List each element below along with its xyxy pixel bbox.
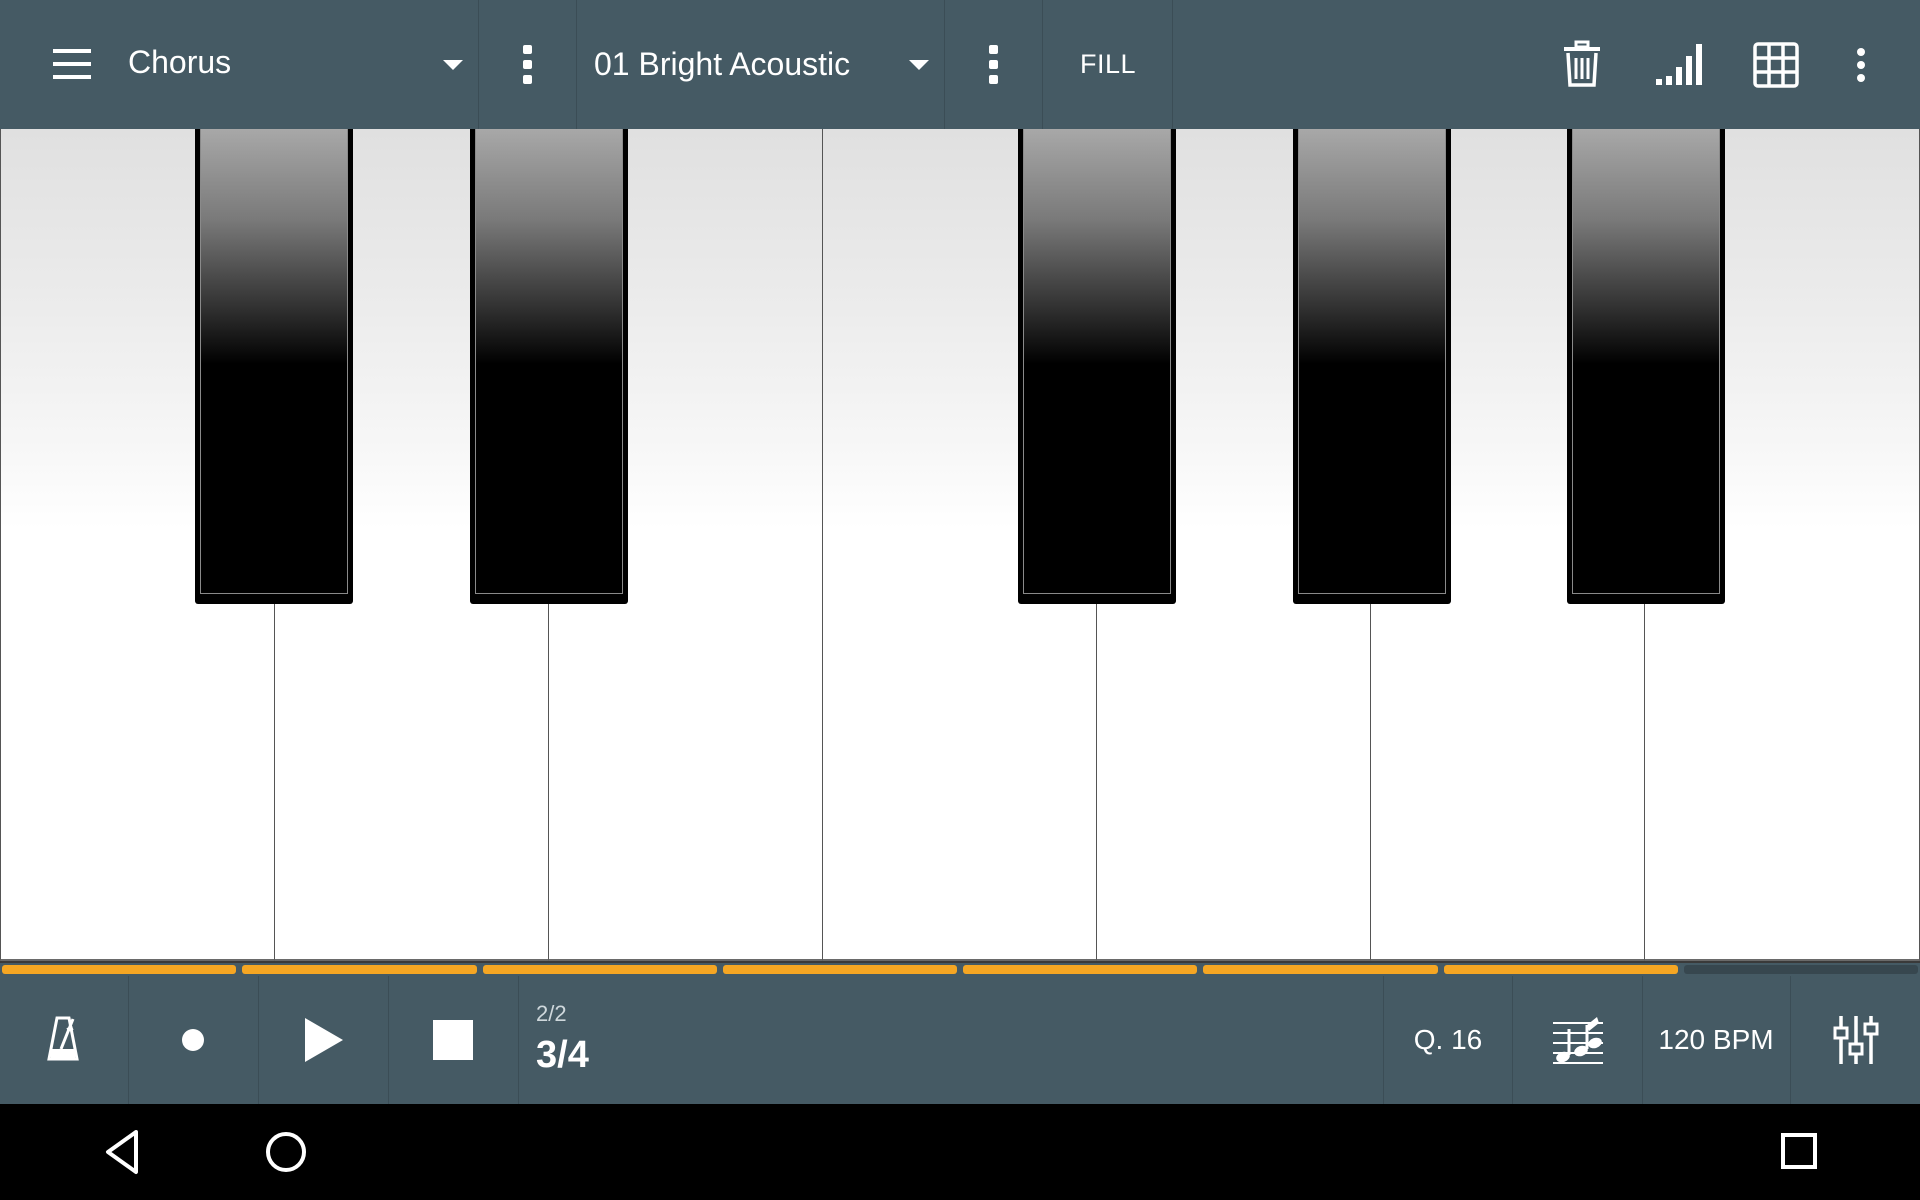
system-navigation-bar (0, 1104, 1920, 1200)
black-key-c-sharp[interactable] (195, 129, 353, 604)
progress-segment (963, 965, 1198, 974)
instrument-selector[interactable]: 01 Bright Acoustic (577, 0, 944, 129)
trash-icon[interactable] (1560, 40, 1604, 88)
piano-keyboard (0, 129, 1920, 963)
record-button[interactable] (129, 976, 258, 1104)
stop-icon (433, 1020, 473, 1060)
time-signature[interactable]: 3/4 (536, 1034, 589, 1077)
progress-segment (242, 965, 477, 974)
black-key-a-sharp[interactable] (1567, 129, 1725, 604)
stop-button[interactable] (389, 976, 518, 1104)
divider (518, 976, 519, 1104)
divider (944, 0, 945, 129)
progress-segment (482, 965, 717, 974)
instrument-more-vert-icon[interactable] (987, 45, 999, 85)
progress-segment (1443, 965, 1678, 974)
progress-segment (722, 965, 957, 974)
section-more-vert-icon[interactable] (521, 45, 533, 85)
music-notes-icon (1553, 1017, 1603, 1064)
chevron-down-icon (909, 60, 929, 70)
instrument-name: 01 Bright Acoustic (594, 46, 851, 82)
tempo-button[interactable]: 120 BPM (1642, 976, 1790, 1104)
pattern-progress (0, 963, 1920, 976)
transport-bar: 2/2 3/4 Q. 16 120 BPM (0, 976, 1920, 1104)
progress-segment (1683, 965, 1918, 974)
home-icon[interactable] (264, 1130, 308, 1174)
grid-icon[interactable] (1753, 42, 1799, 88)
top-toolbar: Chorus 01 Bright Acoustic FILL (0, 0, 1920, 129)
chevron-down-icon (443, 60, 463, 70)
black-key-f-sharp[interactable] (1018, 129, 1176, 604)
play-button[interactable] (259, 976, 388, 1104)
recents-icon[interactable] (1780, 1132, 1818, 1170)
black-key-d-sharp[interactable] (470, 129, 628, 604)
menu-icon[interactable] (53, 49, 91, 79)
mixer-sliders-icon (1833, 1016, 1879, 1064)
back-icon[interactable] (102, 1128, 142, 1176)
quantize-button[interactable]: Q. 16 (1384, 976, 1512, 1104)
section-selector[interactable]: Chorus (110, 0, 478, 129)
metronome-icon (47, 1016, 79, 1061)
progress-segment (2, 965, 237, 974)
measure-counter: 2/2 (536, 1001, 567, 1026)
notation-button[interactable] (1513, 976, 1642, 1104)
divider (1042, 0, 1043, 129)
section-name: Chorus (128, 44, 232, 80)
divider (1172, 0, 1173, 129)
divider (478, 0, 479, 129)
black-key-g-sharp[interactable] (1293, 129, 1451, 604)
record-icon (182, 1029, 204, 1051)
velocity-bars-icon[interactable] (1655, 43, 1705, 87)
mixer-button[interactable] (1791, 976, 1920, 1104)
metronome-button[interactable] (0, 976, 128, 1104)
overflow-more-vert-icon[interactable] (1855, 48, 1867, 82)
progress-segment (1203, 965, 1438, 974)
play-icon (305, 1018, 343, 1062)
fill-button[interactable]: FILL (1044, 0, 1172, 129)
